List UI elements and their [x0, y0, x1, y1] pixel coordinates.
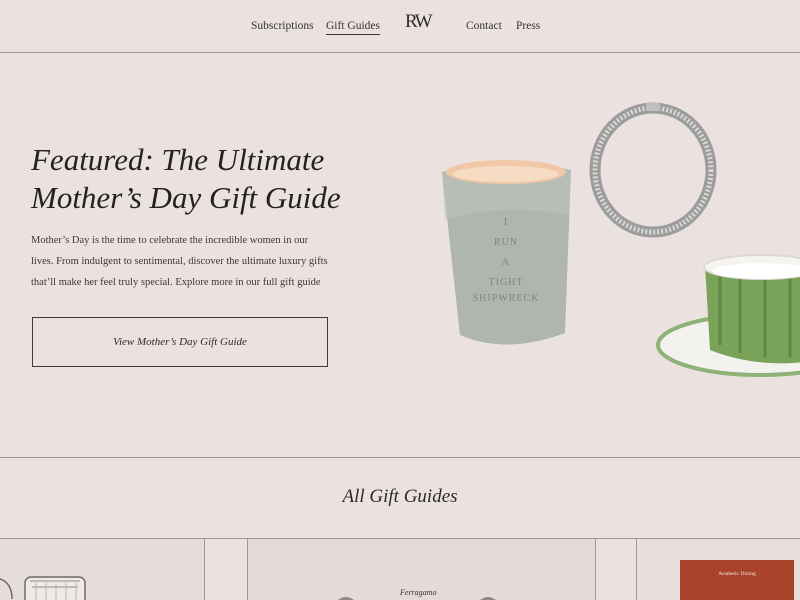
- hero-title-line2: Mother’s Day Gift Guide: [31, 180, 341, 215]
- candle-text-3: A: [502, 257, 510, 268]
- book-title: Aesthetic Dining: [718, 571, 756, 577]
- nav-press[interactable]: Press: [516, 20, 540, 32]
- hero-title-line1: Featured: The Ultimate: [31, 142, 325, 177]
- site-header: Subscriptions Gift Guides RW Contact Pre…: [0, 0, 800, 53]
- gift-guide-card[interactable]: Aesthetic Dining: [636, 539, 800, 600]
- view-gift-guide-button[interactable]: View Mother’s Day Gift Guide: [32, 317, 328, 367]
- nav-gift-guides[interactable]: Gift Guides: [326, 20, 380, 35]
- section-divider: [0, 457, 800, 458]
- candle-text-4: TIGHT: [489, 277, 524, 288]
- all-gift-guides-heading: All Gift Guides: [342, 486, 458, 507]
- hero-title: Featured: The Ultimate Mother’s Day Gift…: [31, 141, 391, 217]
- candle-image: I RUN A TIGHT SHIPWRECK: [442, 160, 571, 345]
- candle-text-1: I: [504, 217, 508, 228]
- glassware-image: [0, 576, 86, 600]
- view-gift-guide-label: View Mother’s Day Gift Guide: [113, 336, 247, 348]
- nav-contact[interactable]: Contact: [466, 20, 502, 32]
- candle-text-2: RUN: [494, 237, 518, 248]
- gift-guide-card[interactable]: [0, 539, 205, 600]
- hero-product-image: I RUN A TIGHT SHIPWRECK: [442, 102, 800, 377]
- book-cover-image: Aesthetic Dining: [680, 560, 794, 600]
- candle-text-5: SHIPWRECK: [473, 293, 540, 304]
- hero-description: Mother’s Day is the time to celebrate th…: [31, 235, 328, 288]
- teacup-image: [656, 254, 800, 377]
- shoes-image: [338, 597, 496, 600]
- gift-guide-card[interactable]: Ferragamo: [247, 539, 596, 600]
- site-logo[interactable]: RW: [405, 11, 433, 33]
- nav-subscriptions[interactable]: Subscriptions: [251, 20, 314, 32]
- necklace-image: [589, 102, 717, 238]
